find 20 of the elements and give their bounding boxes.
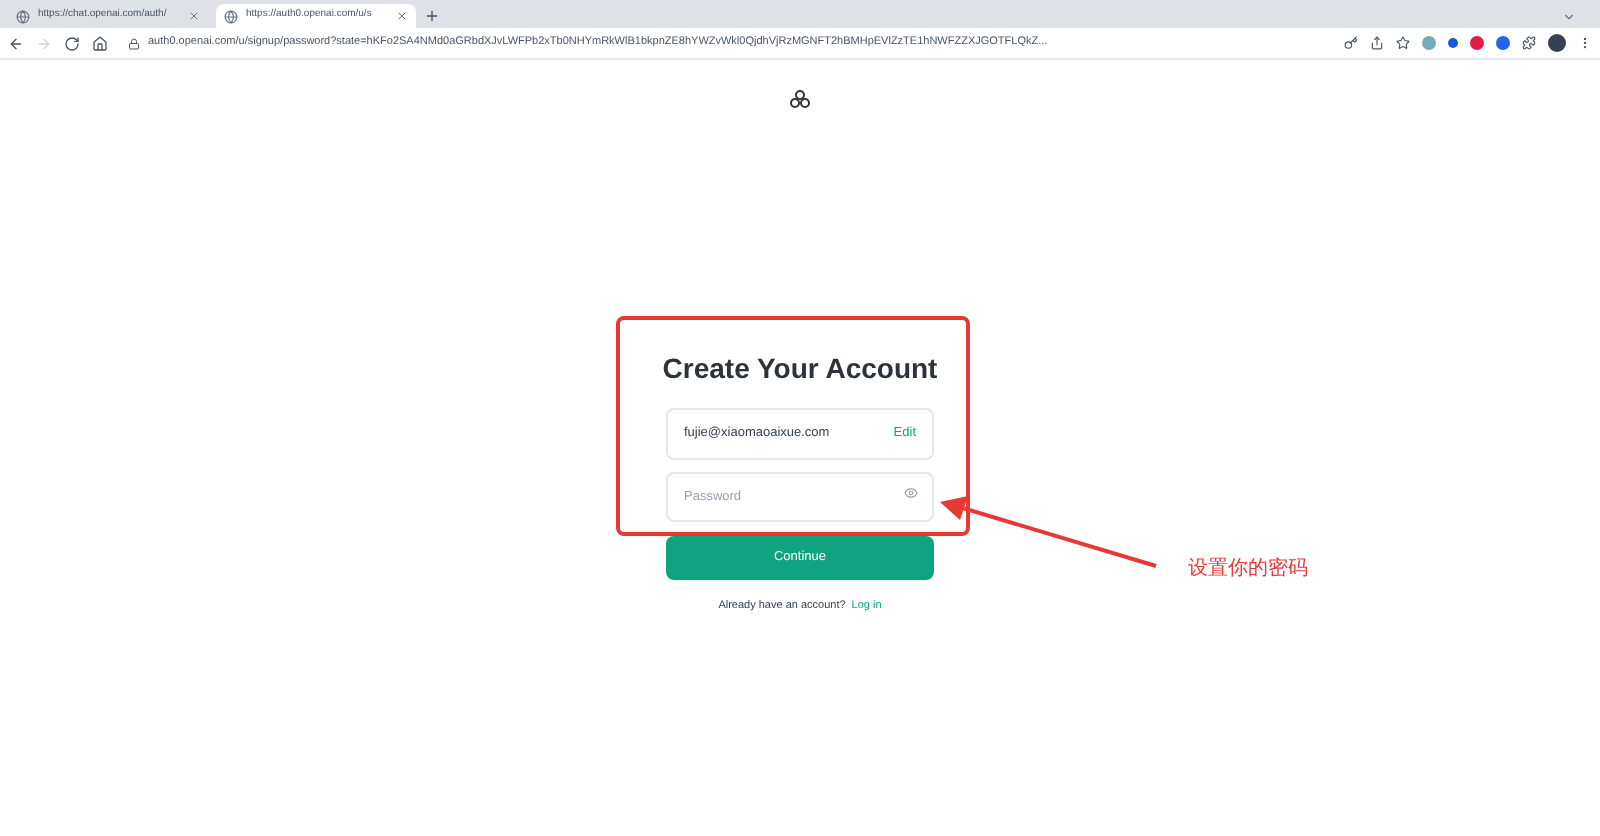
key-icon[interactable]	[1344, 36, 1358, 50]
reload-icon[interactable]	[64, 35, 80, 51]
site-icon	[224, 9, 238, 23]
form-title: Create Your Account	[662, 350, 938, 388]
tab-search-icon[interactable]	[1562, 10, 1576, 24]
close-icon[interactable]	[188, 10, 200, 22]
back-icon[interactable]	[8, 35, 24, 51]
bookmark-icon[interactable]	[1396, 36, 1410, 50]
extension-icon[interactable]	[1448, 38, 1458, 48]
logo-icon	[788, 88, 812, 112]
menu-icon[interactable]	[1578, 36, 1592, 50]
share-icon[interactable]	[1370, 36, 1384, 50]
home-icon[interactable]	[92, 35, 108, 51]
site-icon	[16, 9, 30, 23]
extensions-icon[interactable]	[1522, 36, 1536, 50]
annotation-text: 设置你的密码	[1188, 555, 1308, 584]
lock-icon	[128, 37, 140, 49]
new-tab-icon[interactable]	[424, 8, 440, 24]
profile-avatar[interactable]	[1548, 34, 1566, 52]
close-icon[interactable]	[396, 10, 408, 22]
